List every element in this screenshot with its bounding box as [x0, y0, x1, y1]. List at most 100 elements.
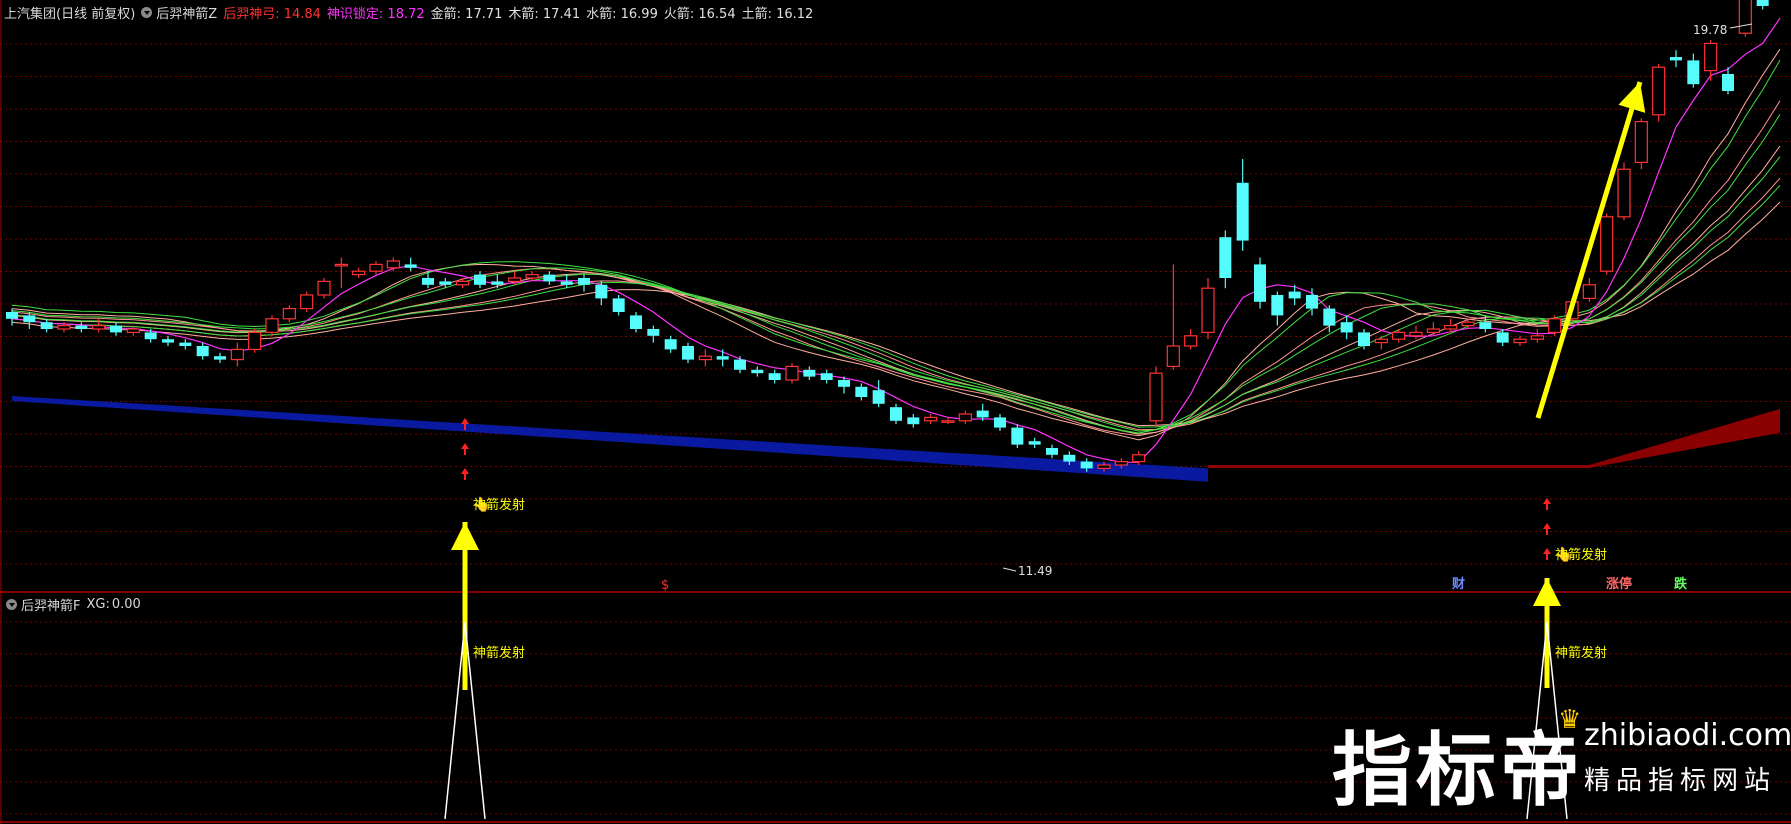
- candle-body-down: [1358, 332, 1370, 346]
- candle-body-up: [317, 280, 331, 296]
- ma-line-magenta: [11, 17, 1781, 463]
- candle-body-up: [1634, 120, 1648, 163]
- marker-limit-up: 涨停: [1605, 576, 1632, 592]
- ma-line-red: [11, 201, 1781, 427]
- candle-body-up: [386, 260, 400, 269]
- candle-body-down: [855, 386, 868, 397]
- candle-body-up: [352, 270, 366, 276]
- candle-body-up: [334, 263, 348, 267]
- candle-body-up: [1530, 335, 1544, 340]
- candle-body-down: [1687, 60, 1700, 85]
- watermark-url: zhibiaodi.com: [1584, 718, 1791, 753]
- candle-body-down: [422, 278, 434, 285]
- signal-label: 神箭发射: [473, 497, 525, 513]
- candle-body-down: [1219, 237, 1232, 278]
- candle-body-down: [1063, 454, 1076, 462]
- candle-body-down: [1046, 448, 1058, 455]
- candle-body-up: [508, 277, 522, 283]
- indicator-value-1: 神识锁定: 18.72: [326, 6, 425, 22]
- candle-body-down: [630, 315, 642, 329]
- candle-body-up: [126, 328, 140, 334]
- signal-label: 神箭发射: [1555, 547, 1607, 563]
- candle-body-up: [785, 365, 799, 381]
- candle-body-down: [595, 284, 608, 299]
- candle-body-down: [404, 264, 417, 268]
- indicator-value-0: 后羿神弓: 14.84: [223, 6, 321, 22]
- candle-body-down: [1288, 291, 1301, 299]
- sub-indicator-name[interactable]: 后羿神箭F: [21, 595, 80, 614]
- xg-label: XG:: [86, 596, 110, 612]
- ma-line-green: [11, 114, 1781, 434]
- indicator-menu-dropdown-icon[interactable]: [141, 6, 153, 18]
- candle-body-down: [768, 373, 781, 380]
- indicator-value-3: 木箭: 17.41: [508, 6, 581, 22]
- candle-body-up: [941, 420, 955, 423]
- ma-line-green: [11, 59, 1781, 434]
- candle-body-up: [1582, 284, 1596, 299]
- indicator-value-2: 金箭: 17.71: [430, 6, 503, 22]
- candle-body-down: [1340, 322, 1353, 333]
- candle-body-up: [1600, 216, 1614, 272]
- ma-line-green: [11, 185, 1781, 428]
- candle-body-down: [872, 390, 885, 404]
- candle-body-down: [751, 369, 764, 374]
- main-indicator-header: 上汽集团(日线 前复权) 后羿神箭Z 后羿神弓: 14.84 神识锁定: 18.7…: [0, 0, 813, 24]
- watermark-tagline: 精品指标网站: [1584, 766, 1777, 796]
- candle-body-up: [369, 263, 383, 272]
- candle-body-down: [994, 417, 1006, 428]
- indicator-name[interactable]: 后羿神箭Z: [156, 3, 217, 22]
- candle-body-down: [110, 325, 122, 333]
- candle-body-down: [1080, 461, 1093, 469]
- candle-body-down: [907, 417, 920, 425]
- candle-body-down: [144, 332, 157, 340]
- candle-body-up: [958, 413, 972, 422]
- candle-body-down: [1722, 74, 1734, 91]
- candle-body-up: [1738, 0, 1752, 34]
- sub-signal-label: 神箭发射: [473, 645, 525, 661]
- candle-body-up: [525, 274, 539, 279]
- candle-body-up: [1097, 464, 1111, 470]
- candle-body-down: [803, 369, 816, 377]
- candle-body-up: [698, 355, 712, 361]
- candle-body-down: [734, 359, 746, 370]
- candle-body-up: [1409, 331, 1423, 337]
- sub-indicator-header: 后羿神箭F XG: 0.00: [0, 592, 141, 616]
- candle-body-down: [162, 339, 174, 343]
- candle-body-up: [456, 280, 470, 286]
- candle-body-down: [75, 325, 88, 329]
- dollar-marker: $: [661, 578, 669, 593]
- marker-down: 跌: [1674, 576, 1688, 592]
- indicator-value-6: 土箭: 16.12: [741, 6, 814, 22]
- candle-body-up: [1132, 454, 1146, 463]
- yellow-arrow-trend-head: [1618, 82, 1646, 113]
- ma-line-red: [11, 145, 1781, 435]
- candle-body-down: [1028, 441, 1041, 445]
- candle-body-down: [1011, 427, 1024, 445]
- candle-body-up: [1617, 168, 1631, 218]
- indicator-value-5: 火箭: 16.54: [663, 6, 736, 22]
- kline-chart[interactable]: 👆神箭发射👆神箭发射19.7811.49$ 财涨停跌 神箭发射 神箭发射♛: [0, 0, 1791, 824]
- ma-line-green: [11, 156, 1781, 432]
- candle-body-down: [1306, 295, 1318, 309]
- candle-body-up: [265, 318, 279, 333]
- candle-body-down: [976, 410, 989, 418]
- marker-cai: 财: [1452, 576, 1465, 592]
- candle-body-up: [1201, 287, 1215, 334]
- candle-body-down: [1236, 182, 1249, 241]
- candle-body-down: [1254, 264, 1266, 302]
- low-pointer: [1002, 567, 1017, 572]
- long-term-band-red: [1208, 408, 1780, 468]
- candle-body-down: [474, 274, 486, 285]
- signal-markers: 👆神箭发射👆神箭发射19.7811.49$ 财涨停跌: [451, 23, 1753, 690]
- candle-body-down: [1323, 308, 1336, 326]
- yellow-arrow-trend: [1535, 81, 1643, 419]
- sub-indicator-menu-dropdown-icon[interactable]: [6, 598, 17, 610]
- red-up-arrow-head: [461, 443, 469, 449]
- yellow-arrow-left-head: [451, 522, 479, 550]
- candle-body-up: [1149, 372, 1163, 422]
- candle-body-down: [23, 315, 36, 323]
- candle-body-up: [92, 325, 106, 330]
- candle-body-up: [1704, 42, 1718, 72]
- candle-body-up: [1114, 461, 1128, 466]
- candle-body-up: [248, 331, 262, 350]
